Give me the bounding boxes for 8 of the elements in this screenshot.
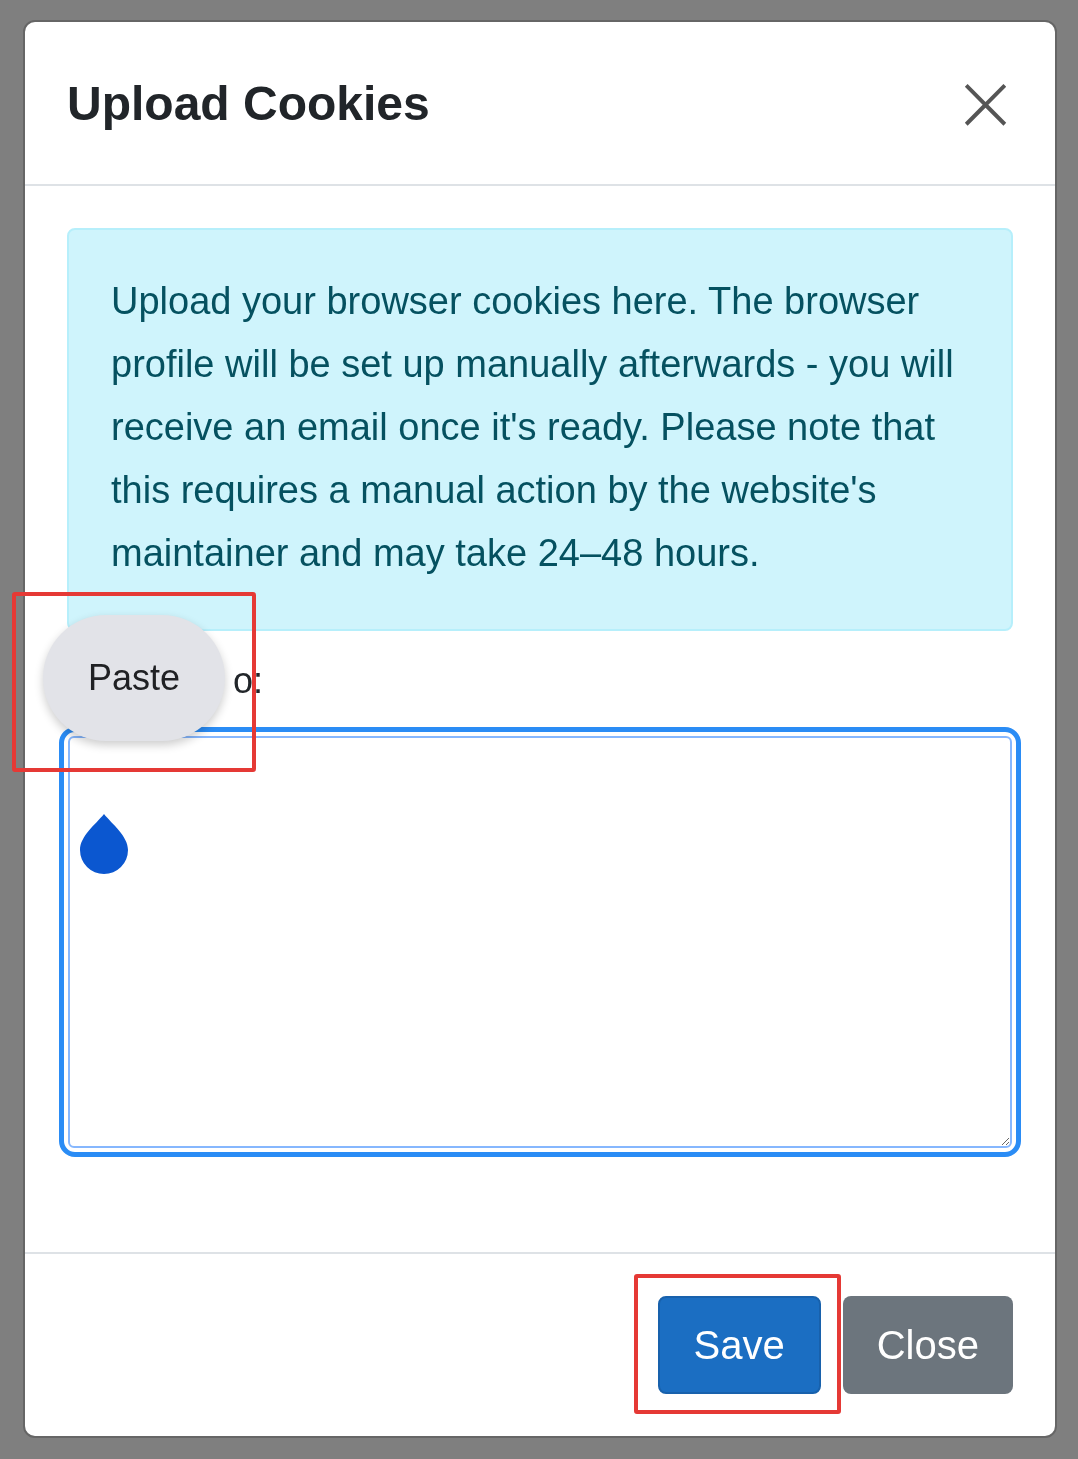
close-button[interactable]: × xyxy=(945,63,1025,143)
info-alert: Upload your browser cookies here. The browser profile will be set up manually afterwards - you will receive an email once it's ready. Please note that this requires a manual action by the website's maintainer and may take 24–48 hours. xyxy=(67,228,1013,631)
dialog-title: Upload Cookies xyxy=(67,75,430,131)
paste-menu-item[interactable]: Paste xyxy=(43,615,225,741)
dialog-button[interactable]: Close xyxy=(842,1296,1013,1394)
text-cursor-handle-icon[interactable] xyxy=(78,812,130,876)
cookie-textarea[interactable] xyxy=(59,727,1021,1157)
dialog-button[interactable]: Save xyxy=(657,1296,821,1394)
